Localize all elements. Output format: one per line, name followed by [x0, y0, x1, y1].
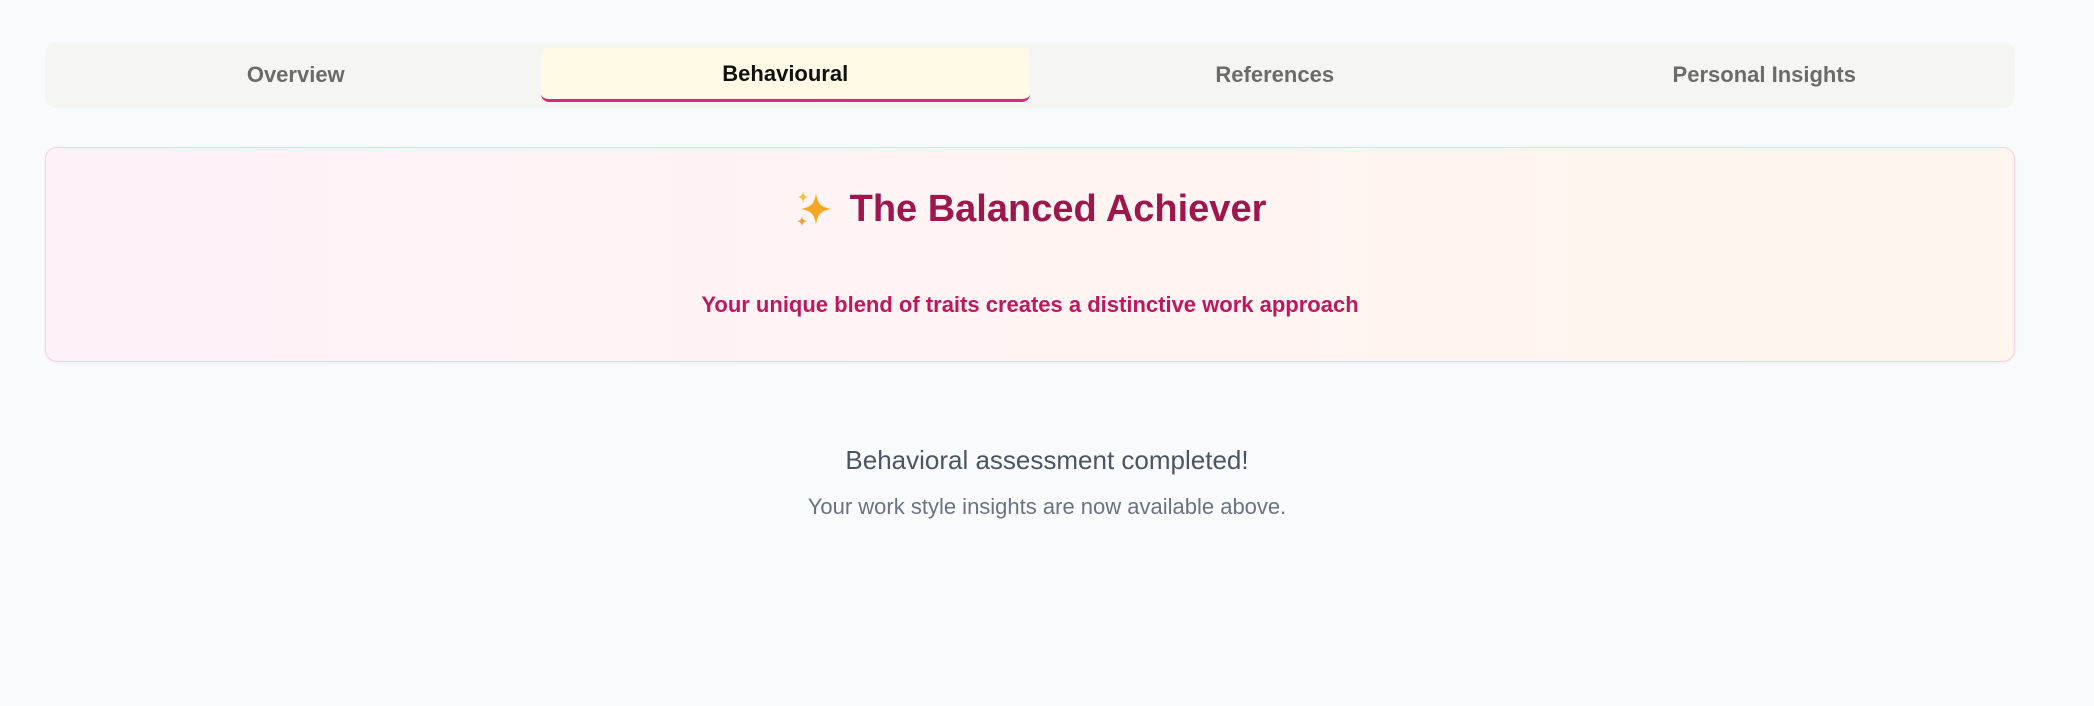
tab-behavioural[interactable]: Behavioural — [540, 48, 1030, 102]
profile-title-row: The Balanced Achiever — [46, 188, 2014, 231]
profile-title: The Balanced Achiever — [849, 188, 1267, 230]
tab-label: Overview — [246, 62, 345, 87]
tab-overview[interactable]: Overview — [51, 48, 541, 102]
tab-personal-insights[interactable]: Personal Insights — [1520, 48, 2010, 102]
sparkles-icon — [794, 189, 836, 231]
tab-bar: Overview Behavioural References Personal… — [45, 42, 2015, 108]
completion-message: Behavioral assessment completed! — [845, 445, 1249, 475]
tab-references[interactable]: References — [1030, 48, 1520, 102]
tab-label: References — [1215, 62, 1335, 87]
profile-subtitle: Your unique blend of traits creates a di… — [701, 292, 1359, 317]
tab-label: Behavioural — [722, 60, 849, 86]
completion-detail: Your work style insights are now availab… — [807, 494, 1287, 519]
tab-label: Personal Insights — [1672, 62, 1856, 87]
profile-card: The Balanced Achiever Your unique blend … — [45, 147, 2015, 362]
